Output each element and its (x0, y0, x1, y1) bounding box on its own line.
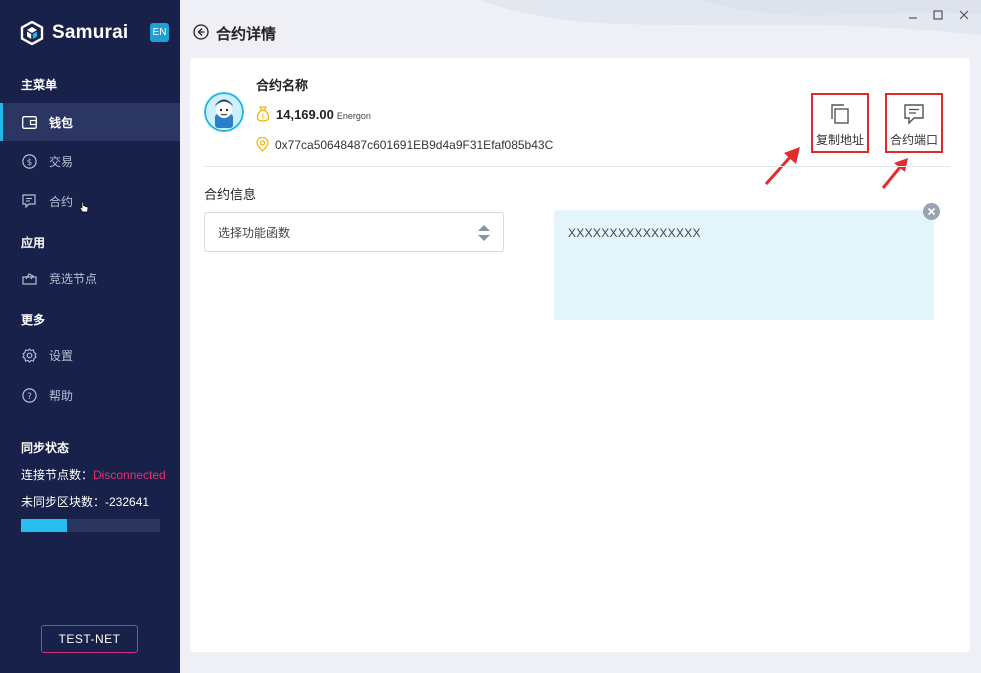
balance-unit: Energon (336, 110, 371, 121)
location-pin-icon (256, 137, 269, 152)
app-name: Samurai (52, 22, 129, 43)
sidebar-item-label: 交易 (49, 154, 74, 169)
unsynced-blocks-value: -232641 (105, 495, 150, 509)
divider (204, 166, 950, 167)
dollar-circle-icon: $ (21, 153, 37, 169)
sync-progress-bar (21, 519, 160, 532)
help-icon: ? (21, 387, 37, 403)
sidebar-item-settings[interactable]: 设置 (0, 336, 180, 374)
minimize-icon[interactable] (907, 9, 919, 21)
brand: Samurai (20, 20, 128, 46)
connected-nodes-label: 连接节点数： (21, 468, 94, 482)
function-select[interactable]: 选择功能函数 (204, 212, 504, 252)
network-button[interactable]: TEST-NET (41, 625, 138, 653)
svg-text:?: ? (27, 392, 32, 402)
close-icon (927, 207, 936, 216)
sidebar-item-help[interactable]: ? 帮助 (0, 376, 180, 414)
more-title: 更多 (21, 313, 46, 327)
contract-interface-label: 合约端口 (889, 133, 938, 147)
function-select-value: 选择功能函数 (218, 225, 291, 240)
header-background (180, 0, 981, 60)
copy-address-label: 复制地址 (815, 133, 864, 147)
samurai-logo-icon (20, 21, 44, 45)
contract-balance: 14,169.00 (276, 106, 334, 122)
sidebar-item-label: 设置 (49, 348, 74, 363)
sync-status-title: 同步状态 (21, 441, 70, 455)
contract-output: XXXXXXXXXXXXXXXX (554, 210, 934, 320)
contract-icon (21, 193, 37, 209)
vote-icon (21, 270, 37, 286)
maximize-icon[interactable] (932, 9, 944, 21)
sort-arrows-icon (478, 225, 490, 241)
connected-nodes-value: Disconnected (93, 468, 166, 482)
sidebar-item-label: 帮助 (49, 388, 74, 403)
sync-progress-fill (21, 519, 67, 532)
copy-address-button[interactable]: 复制地址 (811, 93, 869, 153)
contract-avatar (204, 92, 244, 132)
gear-icon (21, 347, 37, 363)
page-title: 合约详情 (216, 26, 277, 43)
sidebar-item-label: 钱包 (49, 115, 74, 130)
unsynced-blocks: 未同步区块数：-232641 (21, 493, 149, 510)
unsynced-blocks-label: 未同步区块数： (21, 495, 106, 509)
money-bag-icon: $ (256, 106, 270, 122)
sidebar-item-label: 合约 (49, 194, 74, 209)
contract-interface-icon (904, 104, 924, 125)
sidebar-item-transactions[interactable]: $ 交易 (0, 142, 180, 180)
main-menu-title: 主菜单 (21, 78, 58, 92)
svg-text:$: $ (261, 114, 265, 121)
sidebar-item-label: 竞选节点 (49, 271, 98, 286)
back-arrow-icon[interactable] (193, 24, 209, 40)
language-toggle[interactable]: EN (150, 23, 169, 42)
contract-interface-button[interactable]: 合约端口 (885, 93, 943, 153)
sidebar-item-campaign-node[interactable]: 竞选节点 (0, 259, 180, 297)
sidebar-item-wallet[interactable]: 钱包 (0, 103, 180, 141)
hand-cursor-icon (79, 201, 89, 213)
balance-row: $ 14,169.00 Energon (256, 106, 371, 122)
close-window-icon[interactable] (958, 9, 970, 21)
copy-icon (831, 104, 849, 124)
connected-nodes: 连接节点数：Disconnected (21, 466, 166, 483)
wallet-icon (21, 114, 37, 130)
contract-info-title: 合约信息 (204, 187, 257, 202)
contract-name: 合约名称 (256, 78, 309, 93)
apps-title: 应用 (21, 236, 46, 250)
clear-output-button[interactable] (923, 203, 940, 220)
sidebar: Samurai EN 主菜单 钱包 $ 交易 合约 应用 竞选节点 更多 设置 (0, 0, 180, 673)
svg-text:$: $ (26, 158, 32, 168)
annotation-arrow-icon (881, 158, 908, 189)
address-row: 0x77ca50648487c601691EB9d4a9F31Efaf085b4… (256, 137, 553, 152)
sidebar-item-contracts[interactable]: 合约 (0, 182, 180, 220)
contract-address: 0x77ca50648487c601691EB9d4a9F31Efaf085b4… (275, 137, 554, 152)
